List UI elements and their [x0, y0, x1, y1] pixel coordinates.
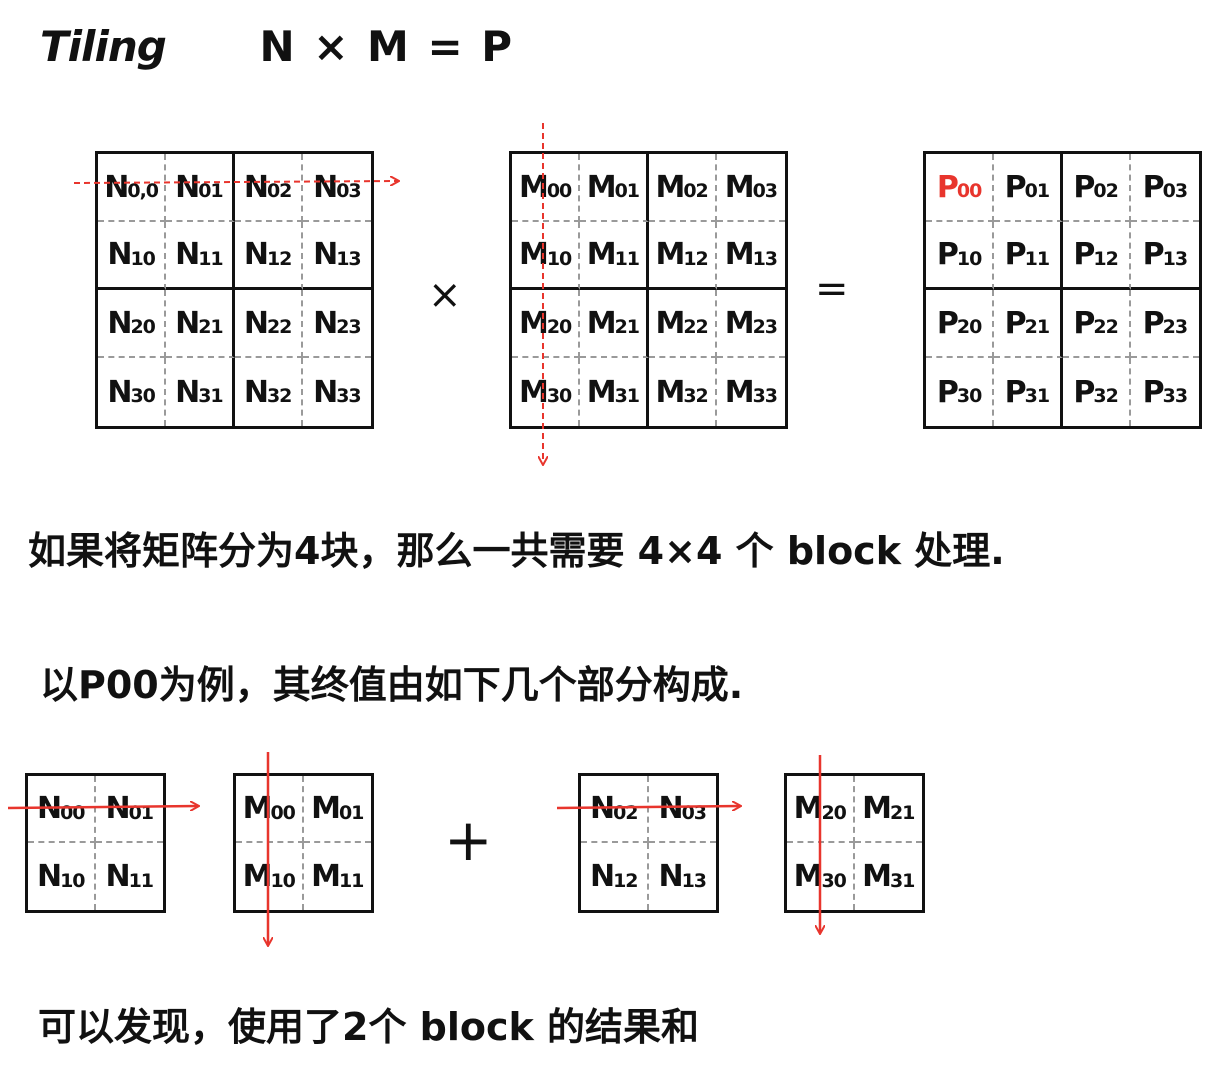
matrix-cell: N 11: [166, 222, 235, 290]
matrix-cell: M 31: [862, 859, 915, 894]
matrix-cell: N 33: [313, 374, 362, 410]
explanation-line-1: 如果将矩阵分为4块，那么一共需要 4×4 个 block 处理.: [28, 529, 1005, 573]
n-block-b: N 02 N 03 N 12 N 13: [578, 773, 719, 913]
matrix-cell: P 22: [1062, 290, 1131, 358]
matrix-cell: N 00: [28, 776, 96, 843]
matrix-cell: M 33: [724, 374, 778, 410]
matrix-cell: N 01: [166, 154, 235, 222]
matrix-cell: N 02: [581, 776, 649, 843]
matrix-cell: M 13: [716, 222, 785, 290]
matrix-cell: M 11: [580, 222, 649, 290]
matrix-cell: P 12: [1062, 222, 1131, 290]
matrix-cell: M 30: [787, 843, 855, 910]
matrix-cell: N 03: [648, 776, 716, 843]
matrix-cell: N 20: [98, 290, 167, 358]
matrix-n: N 0,0 N 01 N 02 N 03 N 10 N 11 N 12 N 13 N 20 N 21 N 22 N 23 N 30…: [95, 151, 374, 429]
explanation-line-2: 以P00为例，其终值由如下几个部分构成.: [40, 663, 744, 707]
matrix-cell: M 11: [311, 859, 364, 894]
matrix-m: M 00 M 01 M 02 M 03 M 10 M 11 M 12 M 13 M 20 M 21 M 22 M 23 M 30 M…: [509, 151, 788, 429]
matrix-cell: P 30: [926, 358, 995, 426]
m-block-a: M 00 M 01 M 10 M 11: [233, 773, 374, 913]
matrix-cell: N 13: [302, 222, 371, 290]
matrix-cell: M 21: [854, 776, 922, 843]
matrix-cell: P 32: [1063, 358, 1131, 426]
matrix-cell: M 31: [580, 358, 649, 426]
title-tiling: Tiling: [40, 22, 167, 71]
times-operator: ×: [428, 272, 462, 318]
matrix-cell: N 02: [234, 154, 303, 222]
matrix-cell: N 11: [105, 859, 154, 894]
matrix-cell: N 30: [98, 358, 167, 426]
matrix-cell: N 21: [166, 290, 235, 358]
matrix-cell: M 22: [648, 290, 717, 358]
matrix-cell: N 01: [95, 776, 163, 843]
matrix-cell: P 10: [926, 222, 995, 290]
matrix-cell: N 32: [235, 358, 303, 426]
matrix-cell: P 23: [1130, 290, 1199, 358]
n-block-a: N 00 N 01 N 10 N 11: [25, 773, 166, 913]
matrix-cell: P 20: [926, 290, 995, 358]
matrix-cell: M 12: [648, 222, 717, 290]
matrix-cell: M 00: [236, 776, 304, 843]
matrix-cell: P 02: [1062, 154, 1131, 222]
matrix-cell: M 30: [512, 358, 581, 426]
title: Tiling N × M = P: [40, 22, 514, 71]
matrix-cell: N 10: [28, 843, 96, 910]
explanation-line-3: 可以发现，使用了2个 block 的结果和: [38, 1005, 700, 1049]
matrix-cell: M 20: [787, 776, 855, 843]
matrix-cell: M 00: [512, 154, 581, 222]
matrix-cell: N 0,0: [98, 154, 167, 222]
matrix-cell: M 01: [303, 776, 371, 843]
matrix-cell: P 03: [1130, 154, 1199, 222]
m-block-b: M 20 M 21 M 30 M 31: [784, 773, 925, 913]
matrix-cell: N 31: [166, 358, 235, 426]
matrix-cell: M 23: [716, 290, 785, 358]
matrix-cell: P 13: [1130, 222, 1199, 290]
matrix-cell: N 12: [234, 222, 303, 290]
matrix-cell: N 22: [234, 290, 303, 358]
equals-operator: =: [815, 266, 849, 312]
matrix-cell: P 33: [1142, 374, 1188, 410]
matrix-cell: N 10: [98, 222, 167, 290]
matrix-cell: P 31: [994, 358, 1063, 426]
matrix-p: P 00 P 01 P 02 P 03 P 10 P 11 P 12 P 13 P 20 P 21 P 22 P 23 P 30 P…: [923, 151, 1202, 429]
matrix-cell: N 12: [581, 843, 649, 910]
matrix-cell: P 11: [994, 222, 1063, 290]
matrix-cell: M 21: [580, 290, 649, 358]
matrix-cell: N 23: [302, 290, 371, 358]
matrix-cell: P 00: [926, 154, 995, 222]
plus-operator: +: [444, 806, 493, 874]
matrix-cell: M 20: [512, 290, 581, 358]
matrix-cell: N 03: [302, 154, 371, 222]
matrix-cell: N 13: [658, 859, 707, 894]
matrix-cell: M 03: [716, 154, 785, 222]
matrix-cell: M 01: [580, 154, 649, 222]
matrix-cell: M 10: [512, 222, 581, 290]
matrix-cell: M 10: [236, 843, 304, 910]
matrix-cell: P 21: [994, 290, 1063, 358]
matrix-cell: M 02: [648, 154, 717, 222]
matrix-cell: M 32: [649, 358, 717, 426]
matrix-cell: P 01: [994, 154, 1063, 222]
title-equation: N × M = P: [259, 22, 515, 71]
